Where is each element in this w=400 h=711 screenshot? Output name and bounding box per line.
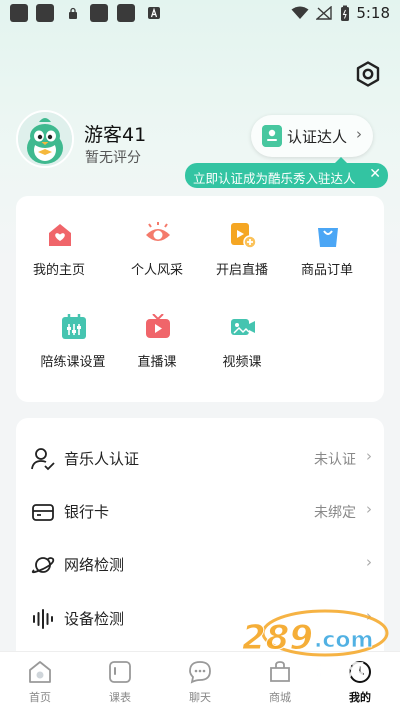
grid-item-label: 商品订单 xyxy=(300,263,353,278)
certify-expert-button[interactable]: 认证达人 › xyxy=(251,115,373,157)
battery-icon xyxy=(341,5,349,21)
notification-icon xyxy=(117,4,135,22)
grid-item-personal-style[interactable]: 个人风采 xyxy=(115,222,199,292)
status-bar: 5:18 xyxy=(0,0,400,28)
grid-item-start-live[interactable]: 开启直播 xyxy=(200,222,284,292)
tab-label: 课表 xyxy=(109,691,131,704)
svg-text:手游网: 手游网 xyxy=(310,660,364,682)
avatar[interactable] xyxy=(16,110,74,168)
notification-icon xyxy=(90,4,108,22)
tip-arrow xyxy=(335,157,347,163)
site-watermark-logo: 289 .com 手游网 xyxy=(242,609,389,682)
clock: 5:18 xyxy=(356,4,390,22)
username: 游客41 xyxy=(84,124,147,146)
certificate-icon xyxy=(262,125,282,147)
grid-item-live-class[interactable]: 直播课 xyxy=(115,314,199,384)
grid-item-video-class[interactable]: 视频课 xyxy=(200,314,284,384)
live-start-icon xyxy=(231,223,256,248)
bank-card-icon xyxy=(32,504,54,521)
notification-icon xyxy=(10,4,28,22)
schedule-icon xyxy=(109,661,131,683)
home-heart-icon xyxy=(49,224,71,246)
tab-label: 首页 xyxy=(29,691,51,704)
lock-icon xyxy=(69,7,77,19)
grid-item-label: 直播课 xyxy=(137,355,177,370)
chevron-right-icon: › xyxy=(366,500,372,518)
eye-icon xyxy=(146,222,170,241)
certify-expert-label: 认证达人 xyxy=(287,128,348,146)
sound-wave-icon xyxy=(33,609,53,629)
chat-icon xyxy=(189,661,211,684)
settings-hexagon-icon[interactable] xyxy=(354,60,382,88)
grid-item-label: 个人风采 xyxy=(130,263,183,278)
penguin-mascot-icon xyxy=(18,112,72,166)
close-icon[interactable]: ✕ xyxy=(369,166,381,182)
menu-item-label: 音乐人认证 xyxy=(64,450,140,468)
tab-label: 聊天 xyxy=(189,691,211,704)
menu-item-value: 未认证 xyxy=(314,452,356,468)
grid-item-my-homepage[interactable]: 我的主页 xyxy=(17,222,101,292)
menu-item-value: 未绑定 xyxy=(314,505,356,521)
signal-icon xyxy=(316,6,332,20)
menu-item-label: 网络检测 xyxy=(64,556,125,574)
shopping-bag-icon xyxy=(318,228,338,247)
chevron-right-icon: › xyxy=(366,553,372,571)
menu-item-bank-card[interactable]: 银行卡 未绑定 › xyxy=(16,486,384,538)
certify-tip-banner[interactable]: 立即认证成为酷乐秀入驻达人 ✕ xyxy=(185,157,388,188)
svg-text:.com: .com xyxy=(314,628,373,653)
planet-icon xyxy=(31,557,55,574)
chevron-right-icon: › xyxy=(356,125,362,143)
grid-item-label: 开启直播 xyxy=(215,263,268,278)
notification-icon xyxy=(36,4,54,22)
rating-text: 暂无评分 xyxy=(85,150,141,166)
tab-schedule[interactable]: 课表 xyxy=(80,652,160,711)
tab-home[interactable]: 首页 xyxy=(0,652,80,711)
menu-item-musician-certification[interactable]: 音乐人认证 未认证 › xyxy=(16,433,384,485)
grid-item-label: 陪练课设置 xyxy=(40,355,106,370)
grid-item-practice-settings[interactable]: 陪练课设置 xyxy=(31,314,115,384)
practice-settings-icon xyxy=(62,314,86,339)
menu-item-label: 银行卡 xyxy=(64,503,110,521)
svg-text:289: 289 xyxy=(242,618,313,658)
tab-chat[interactable]: 聊天 xyxy=(160,652,240,711)
feature-grid: 我的主页 个人风采 开启直播 商品订单 陪练课设置 直播课 视频课 xyxy=(16,196,384,402)
wifi-icon xyxy=(291,6,309,19)
chevron-right-icon: › xyxy=(366,447,372,465)
menu-item-network-check[interactable]: 网络检测 › xyxy=(16,539,384,591)
grid-item-product-orders[interactable]: 商品订单 xyxy=(285,222,369,292)
live-class-icon xyxy=(146,314,170,338)
app-icon xyxy=(148,7,160,19)
grid-item-label: 我的主页 xyxy=(32,263,85,278)
video-camera-icon xyxy=(231,319,255,335)
certify-tip-text: 立即认证成为酷乐秀入驻达人 xyxy=(193,171,356,186)
home-icon xyxy=(29,661,51,683)
user-check-icon xyxy=(31,448,55,471)
grid-item-label: 视频课 xyxy=(222,355,262,370)
menu-item-label: 设备检测 xyxy=(64,610,125,628)
